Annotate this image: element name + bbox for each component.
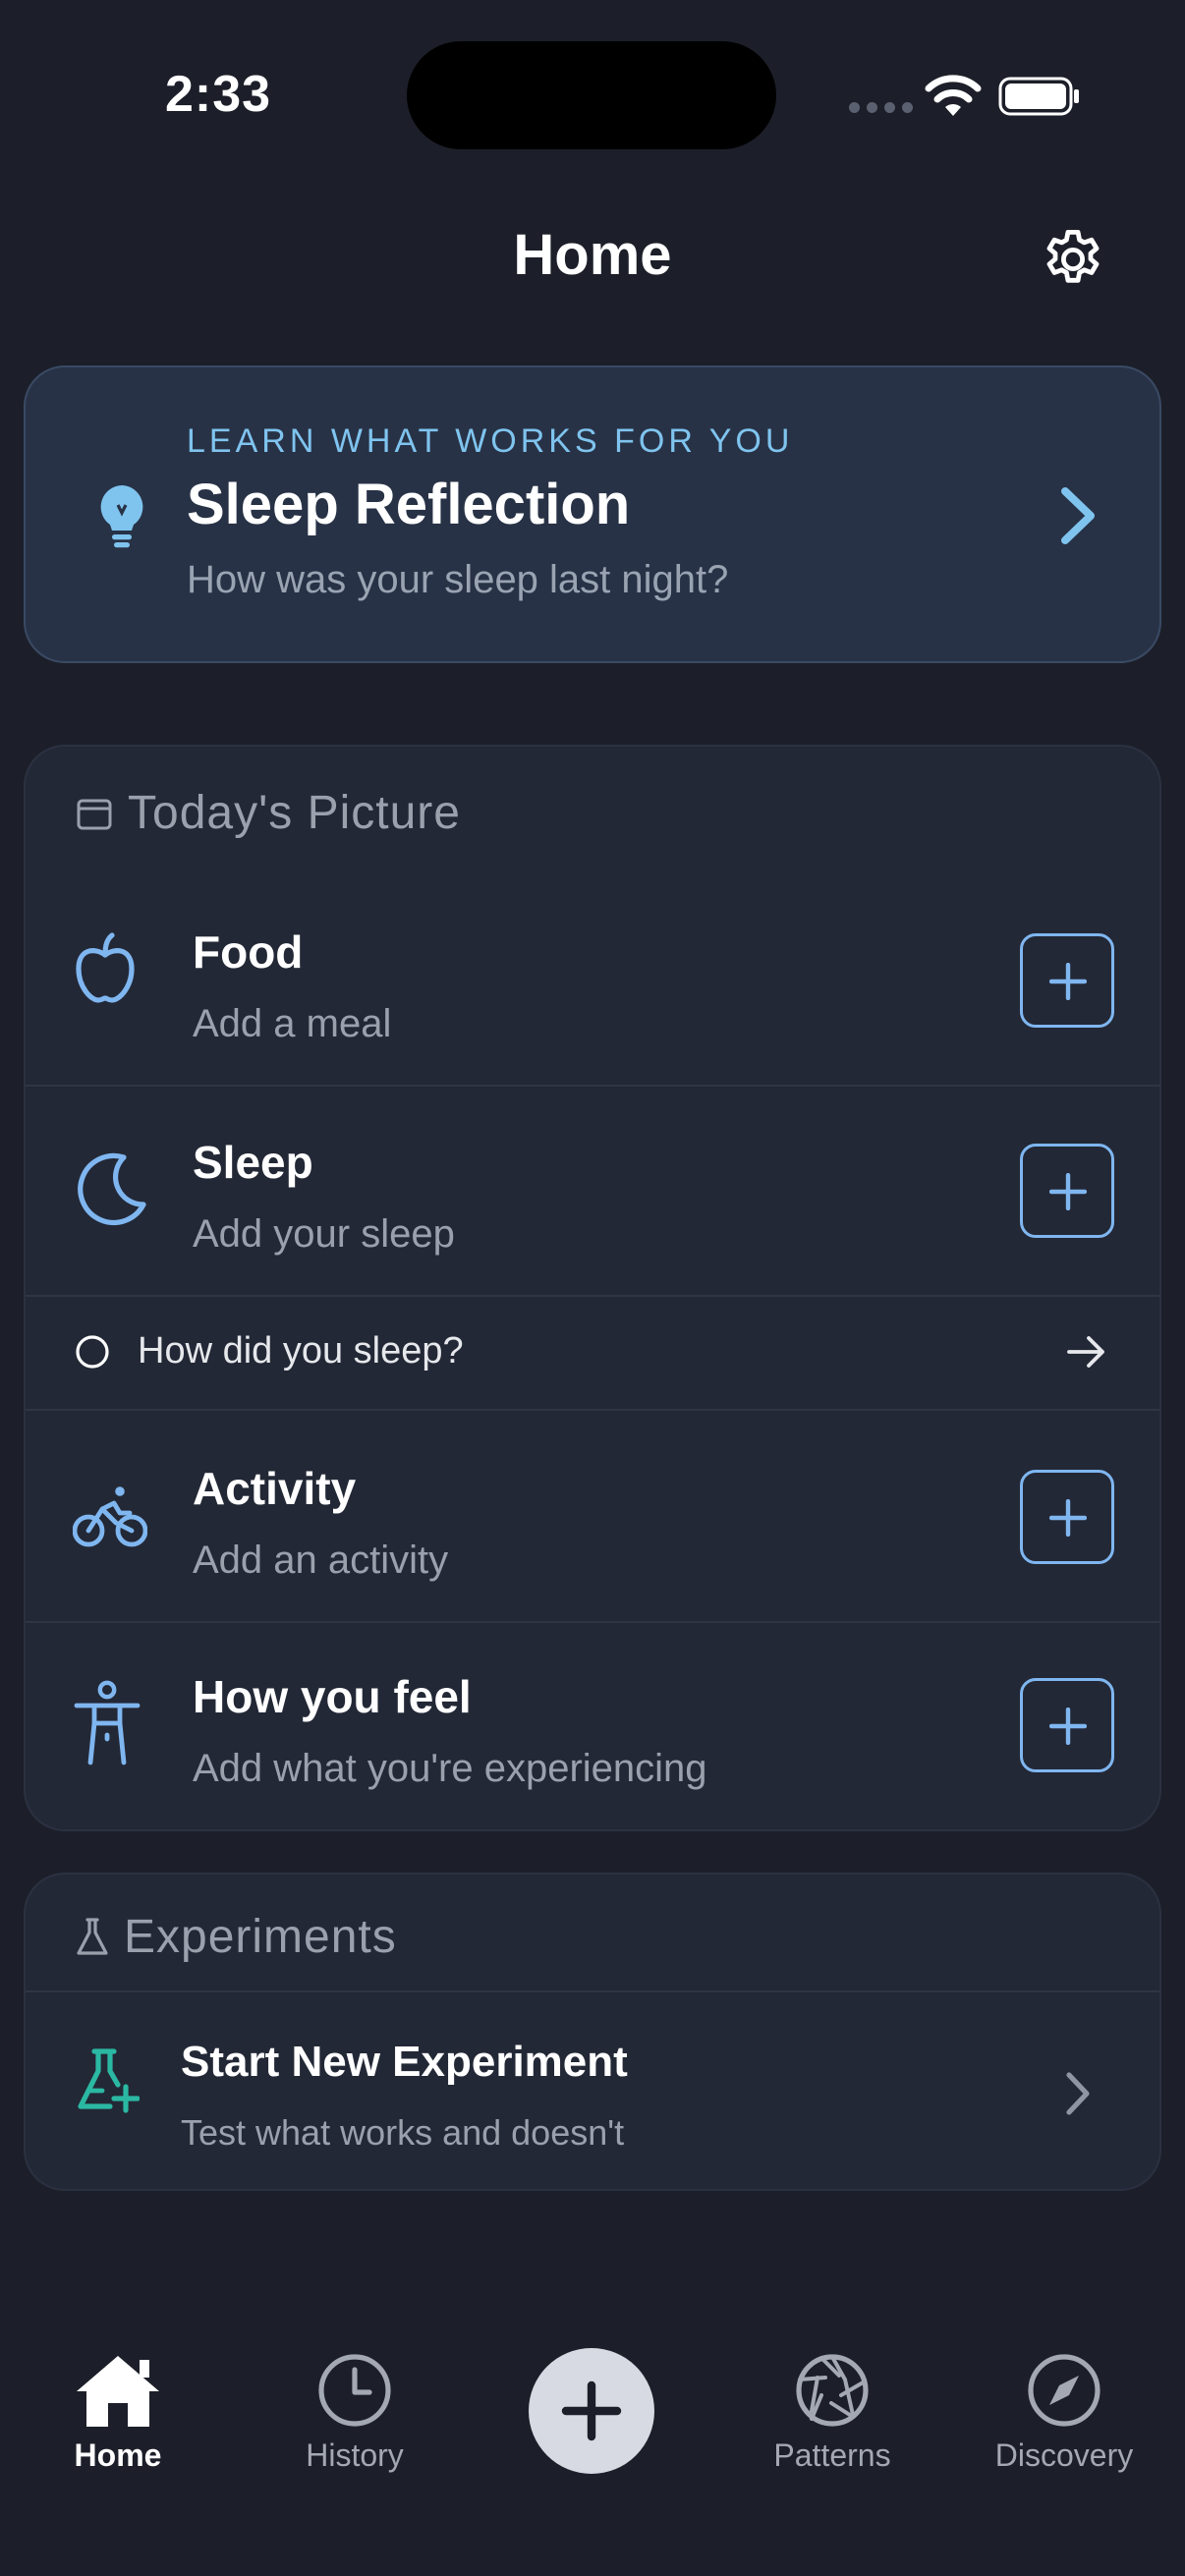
lightbulb-icon [100,485,143,548]
todays-picture-header: Today's Picture [75,786,461,840]
battery-icon [998,77,1079,116]
arrow-right-icon [1067,1336,1104,1368]
moon-icon [78,1152,146,1225]
food-row[interactable]: Food Add a meal [26,874,1159,1085]
activity-subtitle: Add an activity [193,1539,449,1582]
status-time: 2:33 [165,66,272,123]
banner-title: Sleep Reflection [187,473,631,536]
banner-eyebrow: LEARN WHAT WORKS FOR YOU [187,422,794,460]
how-you-feel-title: How you feel [193,1671,472,1722]
chevron-right-icon [1061,487,1095,544]
settings-gear-icon[interactable] [1038,224,1108,295]
page-title: Home [513,223,672,287]
start-new-experiment-row[interactable]: Start New Experiment Test what works and… [26,1992,1159,2189]
tab-patterns-label: Patterns [773,2437,891,2473]
plus-icon [1049,963,1087,1000]
sleep-subtitle: Add your sleep [193,1212,455,1256]
tab-history[interactable]: History [291,2352,419,2474]
add-feeling-button[interactable] [1020,1678,1114,1772]
cellular-signal-icon [849,102,913,113]
how-you-feel-subtitle: Add what you're experiencing [193,1747,707,1790]
bicycle-icon [73,1486,147,1547]
flask-icon [77,1917,108,1955]
chevron-right-icon [1066,2072,1090,2115]
plus-icon [1049,1708,1087,1745]
todays-picture-title: Today's Picture [128,787,461,839]
apple-icon [76,932,135,1003]
tab-home-label: Home [74,2437,162,2473]
add-food-button[interactable] [1020,933,1114,1028]
start-experiment-subtitle: Test what works and doesn't [181,2112,625,2153]
experiments-title: Experiments [124,1911,397,1963]
tab-patterns[interactable]: Patterns [759,2352,906,2474]
add-sleep-button[interactable] [1020,1144,1114,1238]
dynamic-island [407,41,776,149]
sleep-title: Sleep [193,1137,313,1188]
how-you-feel-row[interactable]: How you feel Add what you're experiencin… [26,1623,1159,1829]
tab-history-label: History [306,2437,404,2473]
banner-subtitle: How was your sleep last night? [187,558,729,601]
sleep-quality-prompt-row[interactable]: How did you sleep? [26,1297,1159,1409]
food-title: Food [193,926,304,978]
tab-discovery-label: Discovery [994,2437,1134,2473]
start-experiment-title: Start New Experiment [181,2038,628,2086]
experiments-header: Experiments [75,1910,397,1964]
calendar-icon [77,799,112,829]
sleep-reflection-banner[interactable]: LEARN WHAT WORKS FOR YOU Sleep Reflectio… [24,365,1161,663]
add-activity-button[interactable] [1020,1470,1114,1564]
sleep-row[interactable]: Sleep Add your sleep [26,1087,1159,1295]
plus-icon [1049,1173,1087,1210]
home-screen: 2:33 Home LEARN WHAT WORKS FOR YOU Sleep… [0,0,1185,2576]
person-icon [74,1680,141,1765]
todays-picture-card: Today's Picture Food Add a meal Sleep Ad… [24,745,1161,1831]
food-subtitle: Add a meal [193,1002,392,1045]
experiments-card: Experiments Start New Experiment Test wh… [24,1873,1161,2191]
sleep-quality-prompt: How did you sleep? [138,1330,464,1372]
quick-add-button[interactable] [529,2348,654,2474]
compass-icon [1028,2354,1100,2427]
activity-row[interactable]: Activity Add an activity [26,1411,1159,1621]
empty-circle-icon [76,1335,109,1369]
aperture-icon [796,2354,869,2427]
wifi-icon [925,75,982,116]
clock-icon [318,2354,391,2427]
tab-discovery[interactable]: Discovery [990,2352,1138,2474]
tab-home[interactable]: Home [59,2352,177,2474]
plus-icon [561,2380,622,2441]
plus-icon [1049,1499,1087,1537]
flask-plus-icon [78,2048,140,2113]
house-icon [77,2356,159,2427]
activity-title: Activity [193,1463,357,1514]
